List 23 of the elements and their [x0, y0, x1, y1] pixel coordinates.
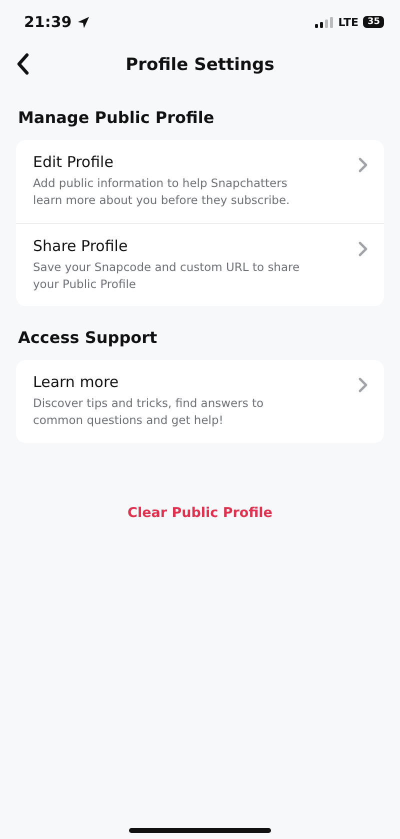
signal-icon [315, 16, 334, 28]
settings-row[interactable]: Learn more Discover tips and tricks, find answers to common questions and get help! [16, 360, 384, 442]
section-title: Manage Public Profile [18, 108, 216, 127]
row-description: Add public information to help Snapchatters learn more about you before they subscribe. [33, 175, 291, 210]
page-title: Profile Settings [126, 55, 274, 75]
status-time: 21:39 [24, 13, 72, 31]
battery-indicator: 35 [363, 16, 384, 28]
back-chevron-icon [16, 53, 30, 75]
network-label: LTE [338, 16, 358, 28]
row-title: Share Profile [33, 236, 129, 254]
row-description: Save your Snapcode and custom URL to share your Public Profile [33, 258, 301, 293]
section-title: Access Support [18, 328, 158, 347]
settings-row[interactable]: Edit Profile Add public information to help Snapchatters learn more about you before they subscribe. [16, 140, 384, 222]
row-title: Edit Profile [33, 153, 114, 171]
settings-row[interactable]: Share Profile Save your Snapcode and custom URL to share your Public Profile [16, 222, 384, 306]
row-description: Discover tips and tricks, find answers to common questions and get help! [33, 395, 265, 430]
row-title: Learn more [33, 373, 120, 391]
back-button[interactable] [16, 53, 30, 75]
chevron-right-icon [358, 240, 368, 256]
clear-profile-link[interactable]: Clear Public Profile [126, 502, 274, 522]
location-arrow-icon [76, 16, 90, 28]
chevron-right-icon [358, 157, 368, 173]
chevron-right-icon [358, 377, 368, 393]
